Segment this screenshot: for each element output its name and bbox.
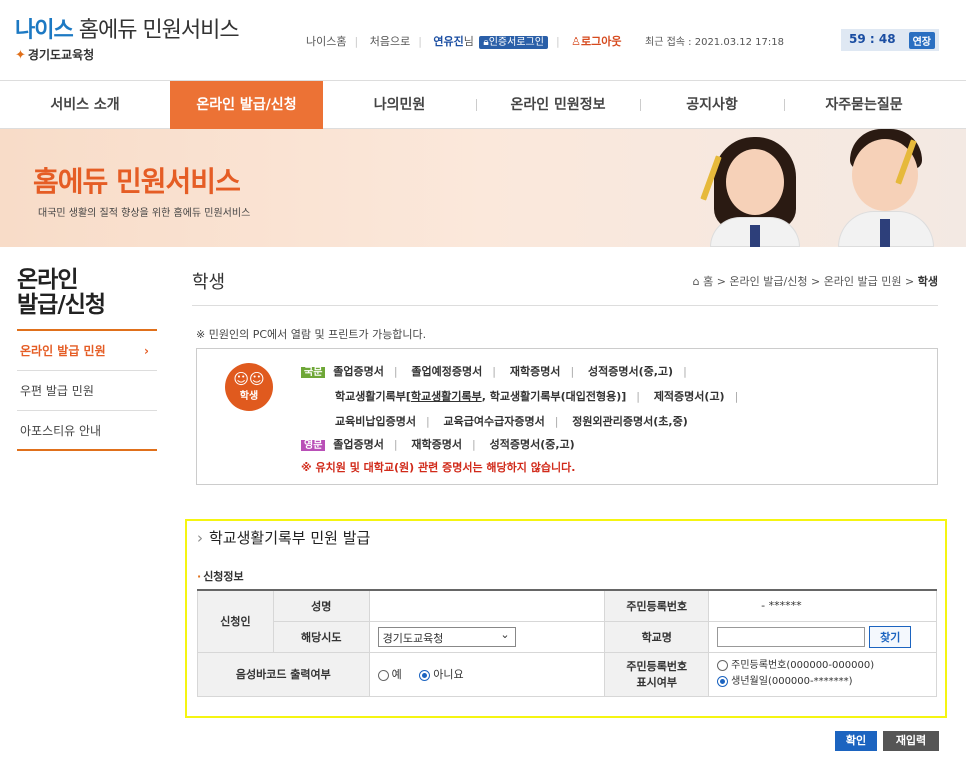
breadcrumb-online-issue[interactable]: 온라인 발급/신청	[729, 275, 807, 288]
cert-enrollment[interactable]: 재학증명서	[510, 365, 561, 378]
site-logo[interactable]: 나이스 홈에듀 민원서비스 ✦ 경기도교육청	[15, 12, 240, 63]
logo-nice: 나이스	[15, 18, 74, 43]
hero-banner: 홈에듀 민원서비스 대국민 생활의 질적 향상을 위한 홈에듀 민원서비스	[0, 129, 966, 247]
nav-notice[interactable]: 공지사항	[640, 81, 784, 129]
util-first-link[interactable]: 처음으로	[370, 35, 410, 48]
rrn-full-radio[interactable]	[717, 659, 729, 671]
cert-school-record-sub[interactable]: 학교생활기록부	[411, 390, 482, 403]
cert-graduation[interactable]: 졸업증명서	[333, 365, 384, 378]
people-icon: ☺☺	[233, 370, 265, 388]
cert-school-record[interactable]: 학교생활기록부[	[335, 390, 411, 403]
rrn-value: - ******	[708, 589, 937, 622]
logo-text: 홈에듀 민원서비스	[72, 18, 240, 43]
student-boy-illustration	[830, 129, 940, 247]
student-badge: ☺☺ 학생	[225, 363, 273, 411]
extend-button[interactable]: 연장	[908, 32, 935, 49]
nav-online-info[interactable]: 온라인 민원정보	[476, 81, 640, 129]
nav-faq[interactable]: 자주묻는질문	[784, 81, 944, 129]
find-school-button[interactable]: 찾기	[869, 625, 912, 648]
user-suffix: 님	[463, 35, 474, 48]
site-header: 나이스 홈에듀 민원서비스 ✦ 경기도교육청 나이스홈 | 처음으로 | 연유진님 🔒…	[0, 0, 966, 80]
chevron-down-icon: ⌄	[500, 627, 510, 641]
breadcrumb-home[interactable]: 홈	[703, 275, 713, 288]
confirm-button[interactable]: 확인	[835, 731, 877, 751]
gyeonggi-logo-icon: ✦	[15, 48, 26, 63]
barcode-yes-option[interactable]: 예	[377, 668, 402, 681]
certificate-list-box: ☺☺ 학생 국문 졸업증명서 | 졸업예정증명서 | 재학증명서 | 성적증명서(중,…	[196, 348, 938, 485]
logout-link[interactable]: ♙로그아웃	[571, 35, 621, 48]
person-icon: ♙	[571, 35, 582, 48]
notice-text: ※ 민원인의 PC에서 열람 및 프린트가 가능합니다.	[196, 328, 427, 341]
cert-en-enrollment[interactable]: 재학증명서	[411, 438, 462, 451]
name-value	[368, 589, 606, 622]
korean-badge: 국문	[301, 367, 326, 378]
side-nav: 온라인 발급 민원 › 우편 발급 민원 아포스티유 안내	[17, 329, 157, 451]
applicant-header: 신청인	[197, 589, 274, 653]
reset-button[interactable]: 재입력	[883, 731, 939, 751]
sidebar-item-apostille[interactable]: 아포스티유 안내	[17, 411, 157, 451]
korean-cert-line-1: 국문 졸업증명서 | 졸업예정증명서 | 재학증명서 | 성적증명서(중,고) |	[301, 363, 697, 379]
cert-en-graduation[interactable]: 졸업증명서	[333, 438, 384, 451]
applicant-info-table: 신청인 성명 주민등록번호 - ****** 해당시도 경기도교육청 ⌄ 학교명 …	[197, 589, 937, 697]
cert-tuition-payment[interactable]: 교육비납입증명서	[335, 415, 416, 428]
english-badge: 영문	[301, 440, 326, 451]
birthdate-radio[interactable]	[717, 675, 729, 687]
name-label: 성명	[272, 589, 370, 622]
breadcrumb-current: 학생	[917, 275, 938, 288]
cert-expected-graduation[interactable]: 졸업예정증명서	[411, 365, 482, 378]
cert-expulsion[interactable]: 제적증명서(고)	[654, 390, 725, 403]
warning-text: ※ 유치원 및 대학교(원) 관련 증명서는 해당하지 않습니다.	[301, 461, 576, 474]
chevron-right-icon: ›	[144, 344, 149, 358]
sidebar-item-online-issue[interactable]: 온라인 발급 민원 ›	[17, 331, 157, 371]
banner-title: 홈에듀 민원서비스	[33, 165, 241, 198]
utility-nav: 나이스홈 | 처음으로 | 연유진님 🔒︎인증서로그인 | ♙로그아웃 최근 접속 :…	[306, 35, 784, 49]
barcode-no-option[interactable]: 아니요	[419, 668, 464, 681]
cert-login-button[interactable]: 🔒︎인증서로그인	[479, 36, 548, 49]
region-select[interactable]: 경기도교육청 ⌄	[377, 626, 516, 647]
util-home-link[interactable]: 나이스홈	[306, 35, 346, 48]
birthdate-option[interactable]: 생년월일(000000-*******)	[717, 674, 928, 690]
korean-cert-line-2: 학교생활기록부[학교생활기록부, 학교생활기록부(대입전형용)] | 제적증명서(…	[335, 390, 739, 403]
barcode-yes-radio[interactable]	[377, 669, 389, 681]
student-girl-illustration	[700, 129, 810, 247]
rrn-label: 주민등록번호	[604, 589, 710, 622]
last-login: 최근 접속 : 2021.03.12 17:18	[645, 37, 784, 48]
barcode-no-radio[interactable]	[419, 669, 431, 681]
logo-sub: 경기도교육청	[27, 48, 95, 62]
breadcrumb: ⌂ 홈 > 온라인 발급/신청 > 온라인 발급 민원 > 학생	[692, 275, 938, 288]
banner-subtitle: 대국민 생활의 질적 향상을 위한 홈에듀 민원서비스	[38, 208, 251, 219]
lnb-title: 온라인 발급/신청	[17, 267, 106, 318]
korean-cert-line-3: 교육비납입증명서 | 교육급여수급자증명서 | 정원외관리증명서(초,중)	[335, 415, 688, 428]
cert-extra-quota[interactable]: 정원외관리증명서(초,중)	[572, 415, 687, 428]
user-name: 연유진	[433, 35, 464, 48]
session-timer: 59 : 48 연장	[841, 29, 939, 51]
cert-en-grades[interactable]: 성적증명서(중,고)	[490, 438, 575, 451]
cert-education-benefit[interactable]: 교육급여수급자증명서	[444, 415, 545, 428]
breadcrumb-online-civil[interactable]: 온라인 발급 민원	[824, 275, 902, 288]
school-label: 학교명	[604, 620, 710, 653]
page-title: 학생	[192, 272, 226, 293]
nav-service-intro[interactable]: 서비스 소개	[0, 81, 170, 129]
cert-grades[interactable]: 성적증명서(중,고)	[588, 365, 673, 378]
school-record-form: › 학교생활기록부 민원 발급 · 신청정보 신청인 성명 주민등록번호 - ***…	[185, 519, 947, 718]
cert-school-record-admission[interactable]: , 학교생활기록부(대입전형용)]	[482, 390, 627, 403]
home-icon: ⌂	[692, 275, 700, 288]
timer-value: 59 : 48	[849, 32, 896, 46]
nav-online-issue[interactable]: 온라인 발급/신청	[170, 81, 323, 129]
rrn-display-label: 주민등록번호 표시여부	[604, 651, 710, 697]
school-name-input[interactable]	[717, 626, 866, 647]
main-nav: 서비스 소개 온라인 발급/신청 나의민원 온라인 민원정보 공지사항 자주묻는…	[0, 80, 966, 129]
nav-my-civil[interactable]: 나의민원	[323, 81, 476, 129]
barcode-label: 음성바코드 출력여부	[197, 651, 370, 697]
sidebar-item-postal-issue[interactable]: 우편 발급 민원	[17, 371, 157, 411]
rrn-full-option[interactable]: 주민등록번호(000000-000000)	[717, 658, 928, 674]
form-title: › 학교생활기록부 민원 발급	[197, 529, 371, 547]
section-label: · 신청정보	[197, 570, 244, 583]
region-label: 해당시도	[272, 620, 370, 653]
english-cert-line: 영문 졸업증명서 | 재학증명서 | 성적증명서(중,고)	[301, 436, 575, 452]
